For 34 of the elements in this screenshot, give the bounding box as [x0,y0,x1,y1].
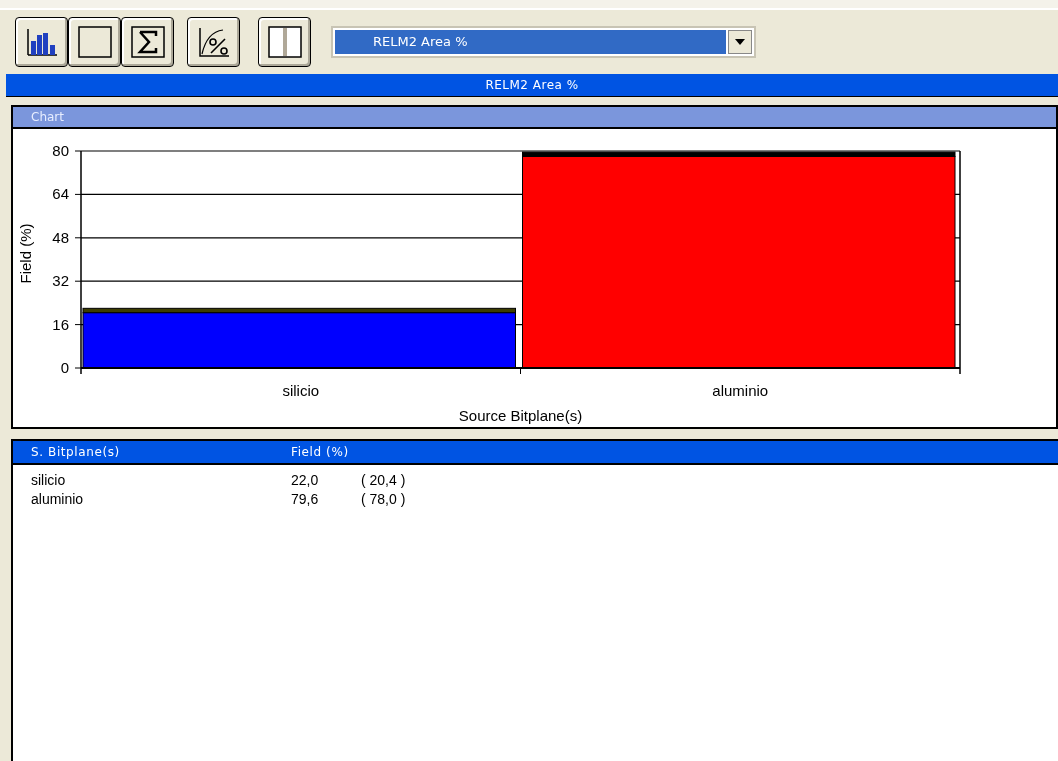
table-cell-text: 79,6 [291,490,320,509]
sum-button[interactable] [121,17,174,67]
dropdown-arrow-button[interactable] [728,30,752,54]
sigma-icon [130,26,165,58]
y-tick-label: 32 [52,272,69,290]
percent-curve-icon [198,27,230,57]
blank-button[interactable] [68,17,121,67]
square-icon [77,26,112,58]
column-header: Field (%) [291,444,350,461]
table-cell-text: aluminio [30,490,85,509]
table-cell-text: ( 78,0 ) [361,490,407,509]
bar-chart-button[interactable] [15,17,68,67]
column-header: S. Bitplane(s) [30,444,121,461]
split-panel-icon [267,26,302,58]
table-cell-text: 22,0 [291,471,320,490]
percent-curve-button[interactable] [187,17,240,67]
bar-chart-icon [26,28,58,56]
y-tick-label: 80 [52,142,69,159]
split-view-button[interactable] [258,17,311,67]
y-tick-label: 48 [52,228,69,246]
report-title: RELM2 Area % [6,74,1058,97]
x-axis-title: Source Bitplane(s) [458,407,583,424]
y-tick-label: 16 [52,315,69,333]
y-axis-title: Field (%) [17,223,34,284]
x-tick-label: silicio [282,382,320,399]
table-cell-text: ( 20,4 ) [361,471,407,490]
panel-title: Chart [13,107,1056,129]
report-dropdown[interactable]: RELM2 Area % [331,26,756,58]
y-tick-label: 0 [60,359,69,376]
table-cell-text: silicio [30,471,67,490]
x-tick-label: aluminio [712,382,769,399]
dropdown-value: RELM2 Area % [335,30,726,54]
caret-icon [735,39,745,45]
y-tick-label: 64 [52,185,69,203]
